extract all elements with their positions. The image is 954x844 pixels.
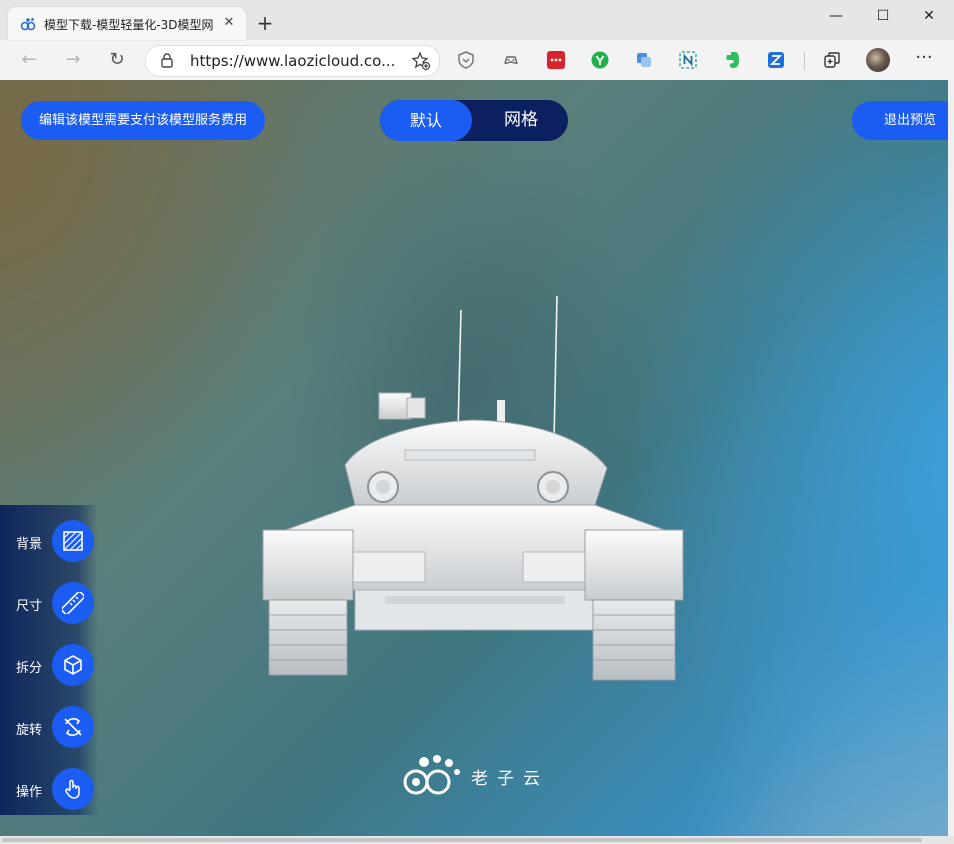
translate-extension-icon[interactable]: [635, 51, 653, 69]
logo-mark-icon: [403, 755, 460, 795]
tool-operate[interactable]: 操作: [0, 768, 98, 812]
pay-to-edit-button[interactable]: 编辑该模型需要支付该模型服务费用: [21, 101, 265, 140]
tool-split[interactable]: 拆分: [0, 644, 98, 688]
cube-icon[interactable]: [52, 644, 94, 686]
gamepad-extension-icon[interactable]: [502, 51, 520, 69]
minimize-button[interactable]: —: [813, 4, 859, 28]
back-arrow-icon[interactable]: ←: [18, 49, 40, 71]
tool-rotate-label: 旋转: [16, 723, 43, 738]
hand-icon[interactable]: [52, 768, 94, 810]
browser-tab[interactable]: 模型下载-模型轻量化-3D模型网 ✕: [8, 7, 246, 40]
tool-panel: 背景 尺寸 拆分 旋转 操作: [0, 505, 98, 815]
horizontal-scroll-thumb[interactable]: [2, 838, 922, 842]
collections-icon[interactable]: [823, 51, 841, 69]
maximize-button[interactable]: ☐: [860, 4, 906, 28]
ruler-icon[interactable]: [52, 582, 94, 624]
shield-extension-icon[interactable]: [457, 51, 475, 69]
rotate-icon[interactable]: [52, 706, 94, 748]
tank-model[interactable]: [255, 290, 695, 690]
toolbar-separator: [804, 52, 805, 70]
refresh-icon[interactable]: ↻: [106, 49, 128, 71]
tool-rotate[interactable]: 旋转: [0, 706, 98, 750]
z-extension-icon[interactable]: [767, 51, 785, 69]
vertical-scrollbar[interactable]: [948, 80, 954, 836]
horizontal-scrollbar[interactable]: [0, 836, 954, 844]
dots-extension-icon[interactable]: [547, 51, 565, 69]
model-viewer[interactable]: 编辑该模型需要支付该模型服务费用 默认 网格 退出预览 背景 尺寸 拆分 旋转 …: [0, 80, 948, 836]
view-mode-toggle: 默认 网格: [380, 100, 568, 141]
tab-title: 模型下载-模型轻量化-3D模型网: [44, 18, 214, 32]
nav-bar: ← → ↻ https://www.laozicloud.co... ···: [0, 40, 954, 80]
lock-icon: [161, 53, 173, 68]
exit-preview-button[interactable]: 退出预览: [852, 101, 948, 140]
new-tab-button[interactable]: +: [254, 12, 276, 34]
tool-background-label: 背景: [16, 537, 43, 552]
n-extension-icon[interactable]: [679, 51, 697, 69]
tool-size[interactable]: 尺寸: [0, 582, 98, 626]
y-extension-icon[interactable]: [591, 51, 609, 69]
more-menu-icon[interactable]: ···: [912, 49, 936, 71]
forward-arrow-icon[interactable]: →: [62, 49, 84, 71]
browser-chrome: 模型下载-模型轻量化-3D模型网 ✕ + — ☐ ✕ ← → ↻ https:/…: [0, 0, 954, 81]
mode-default-button[interactable]: 默认: [380, 100, 472, 141]
tool-operate-label: 操作: [16, 785, 43, 800]
logo-text: 老子云: [471, 769, 549, 789]
url-text: https://www.laozicloud.co...: [190, 52, 396, 70]
tool-background[interactable]: 背景: [0, 520, 98, 564]
tab-strip: 模型下载-模型轻量化-3D模型网 ✕ + — ☐ ✕: [0, 0, 954, 40]
address-bar[interactable]: https://www.laozicloud.co...: [145, 45, 440, 77]
tool-size-label: 尺寸: [16, 599, 43, 614]
profile-avatar[interactable]: [866, 48, 890, 72]
tool-split-label: 拆分: [16, 661, 43, 676]
evernote-extension-icon[interactable]: [723, 51, 741, 69]
tab-close-icon[interactable]: ✕: [220, 14, 238, 32]
background-icon[interactable]: [52, 520, 94, 562]
close-window-button[interactable]: ✕: [906, 4, 952, 28]
site-favicon-icon: [20, 18, 36, 31]
add-favorite-icon[interactable]: [411, 51, 431, 71]
mode-grid-button[interactable]: 网格: [478, 100, 564, 141]
laozicloud-logo: 老子云: [403, 752, 553, 798]
